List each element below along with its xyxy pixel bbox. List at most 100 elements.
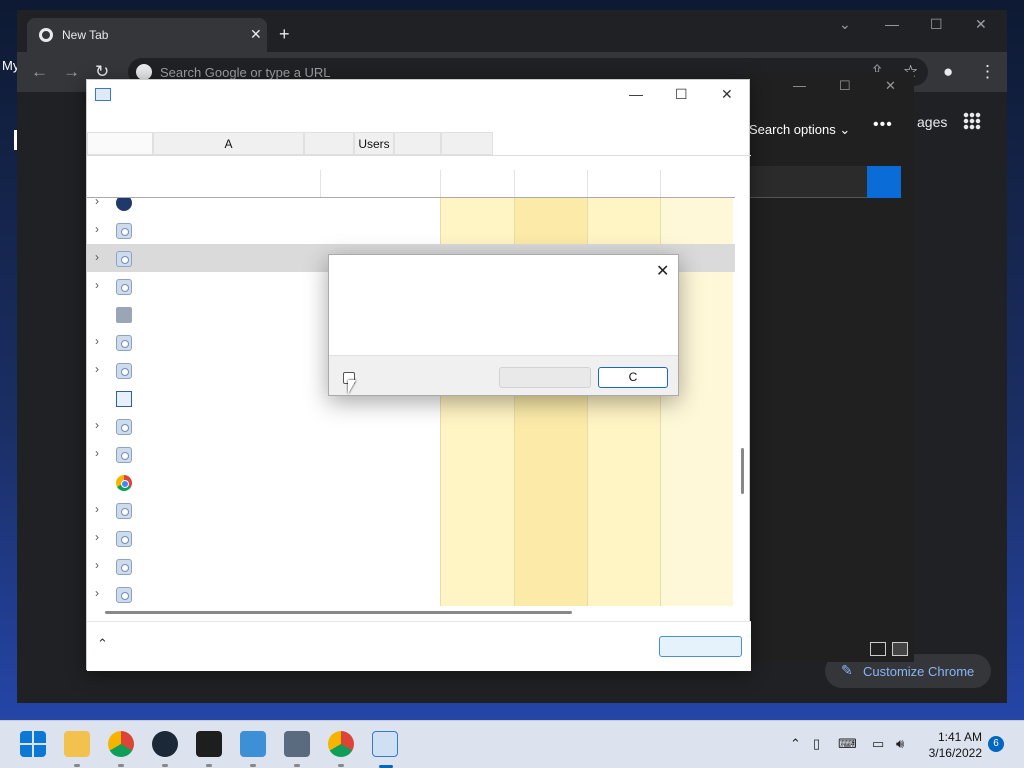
expand-chevron-icon[interactable]: › <box>95 586 99 600</box>
file-explorer-icon[interactable] <box>64 731 90 767</box>
more-icon[interactable]: ••• <box>873 116 893 134</box>
menu-icon[interactable]: ⋮ <box>979 62 996 82</box>
process-row[interactable]: › <box>87 198 735 216</box>
calculator-icon[interactable] <box>284 731 310 767</box>
tab-startup[interactable] <box>304 132 354 155</box>
process-row[interactable]: › <box>87 552 735 580</box>
dialog-footer: C <box>329 355 678 395</box>
show-hidden-icons-chevron-icon[interactable]: ⌃ <box>790 736 801 752</box>
expand-chevron-icon[interactable]: › <box>95 278 99 292</box>
task-manager-icon <box>95 88 111 101</box>
tab-app-history[interactable]: A <box>153 132 304 155</box>
pencil-icon: ✎ <box>841 662 853 678</box>
apps-grid-icon[interactable] <box>963 112 981 130</box>
tm-minimize-button[interactable]: — <box>629 86 643 102</box>
tab-close-icon[interactable]: ✕ <box>250 26 262 43</box>
dialog-close-icon[interactable]: ✕ <box>656 261 669 281</box>
tab-services[interactable] <box>441 132 493 155</box>
search-options-dropdown[interactable]: Search options ⌄ <box>749 122 850 138</box>
chrome-icon <box>116 475 132 491</box>
end-task-button[interactable] <box>659 636 742 657</box>
dialog-primary-button[interactable] <box>499 367 591 388</box>
volume-icon[interactable]: 🔊︎ <box>896 736 904 752</box>
service-gear-icon <box>116 419 132 435</box>
images-link[interactable]: ages <box>917 114 947 130</box>
fewer-details-chevron-icon[interactable]: ⌃ <box>97 636 108 652</box>
dialog-cancel-button[interactable]: C <box>598 367 668 388</box>
omnibox-placeholder: Search Google or type a URL <box>160 65 331 80</box>
expand-chevron-icon[interactable]: › <box>95 558 99 572</box>
steam-icon[interactable] <box>152 731 178 767</box>
horizontal-scrollbar[interactable] <box>105 611 572 614</box>
header-status[interactable] <box>320 170 440 197</box>
task-manager-titlebar: — ☐ ✕ <box>87 80 751 110</box>
start-icon[interactable] <box>20 731 46 757</box>
chrome-icon[interactable] <box>328 731 354 767</box>
header-memory[interactable] <box>514 170 587 197</box>
expand-chevron-icon[interactable]: › <box>95 250 99 264</box>
process-row[interactable]: › <box>87 496 735 524</box>
service-gear-icon <box>116 447 132 463</box>
google-icon <box>136 64 152 80</box>
expand-chevron-icon[interactable]: › <box>95 334 99 348</box>
keyboard-icon[interactable]: ⌨ <box>838 736 857 752</box>
taskbar: ⌃ ▯ ⌨ ▭ 🔊︎ 1:41 AM 3/16/2022 6 <box>0 720 1024 768</box>
process-row[interactable]: › <box>87 580 735 606</box>
notification-badge[interactable]: 6 <box>988 736 1004 752</box>
expand-chevron-icon[interactable]: › <box>95 530 99 544</box>
expand-chevron-icon[interactable]: › <box>95 418 99 432</box>
tab-search-icon[interactable]: ⌄ <box>839 16 851 33</box>
chrome-favicon-icon <box>39 28 53 42</box>
close-button[interactable]: ✕ <box>975 16 987 33</box>
tab-details[interactable] <box>394 132 441 155</box>
notepad-icon[interactable] <box>240 731 266 767</box>
back-icon[interactable]: ← <box>31 62 48 82</box>
new-tab-button[interactable]: + <box>279 24 290 45</box>
terminal-icon[interactable] <box>196 731 222 767</box>
process-table-header <box>87 170 735 198</box>
process-row[interactable]: › <box>87 216 735 244</box>
clock[interactable]: 1:41 AM 3/16/2022 <box>920 729 982 761</box>
process-row[interactable]: › <box>87 440 735 468</box>
task-manager-footer: ⌃ <box>87 621 751 671</box>
forward-icon[interactable]: → <box>63 62 80 82</box>
service-gear-icon <box>116 559 132 575</box>
steam-icon <box>116 198 132 211</box>
search-options-label: Search options <box>749 122 836 137</box>
background-search-window: — ☐ ✕ Search options ⌄ ••• <box>749 72 914 662</box>
process-row[interactable]: › <box>87 524 735 552</box>
process-row[interactable]: › <box>87 412 735 440</box>
tm-close-button[interactable]: ✕ <box>721 86 733 103</box>
expand-chevron-icon[interactable]: › <box>95 198 99 208</box>
header-network[interactable] <box>660 170 733 197</box>
details-view-icon[interactable] <box>870 642 886 656</box>
bg-search-button[interactable] <box>867 166 901 198</box>
header-cpu[interactable] <box>440 170 514 197</box>
bg-maximize-button[interactable]: ☐ <box>839 78 851 94</box>
expand-chevron-icon[interactable]: › <box>95 502 99 516</box>
profile-icon[interactable]: ● <box>943 62 953 82</box>
chrome-tab-bar: New Tab ✕ + ⌄ — ☐ ✕ <box>17 10 1007 52</box>
tm-maximize-button[interactable]: ☐ <box>675 86 688 103</box>
chrome-icon[interactable] <box>108 731 134 767</box>
confirmation-dialog: ✕ C <box>328 254 679 396</box>
service-gear-icon <box>116 587 132 603</box>
service-gear-icon <box>116 335 132 351</box>
tab-processes[interactable] <box>87 132 153 155</box>
header-disk[interactable] <box>587 170 660 197</box>
bg-minimize-button[interactable]: — <box>793 78 806 93</box>
chrome-tab[interactable]: New Tab ✕ <box>27 18 267 52</box>
process-row[interactable] <box>87 468 735 496</box>
tiles-view-icon[interactable] <box>892 642 908 656</box>
minimize-button[interactable]: — <box>885 16 899 32</box>
vertical-scrollbar[interactable] <box>741 448 744 494</box>
expand-chevron-icon[interactable]: › <box>95 222 99 236</box>
tab-users[interactable]: Users <box>354 132 394 155</box>
expand-chevron-icon[interactable]: › <box>95 446 99 460</box>
bg-close-button[interactable]: ✕ <box>885 78 896 94</box>
network-icon[interactable]: ▭ <box>872 736 884 752</box>
task-manager-icon[interactable] <box>372 731 398 768</box>
usb-icon[interactable]: ▯ <box>813 736 820 752</box>
expand-chevron-icon[interactable]: › <box>95 362 99 376</box>
maximize-button[interactable]: ☐ <box>930 16 943 33</box>
